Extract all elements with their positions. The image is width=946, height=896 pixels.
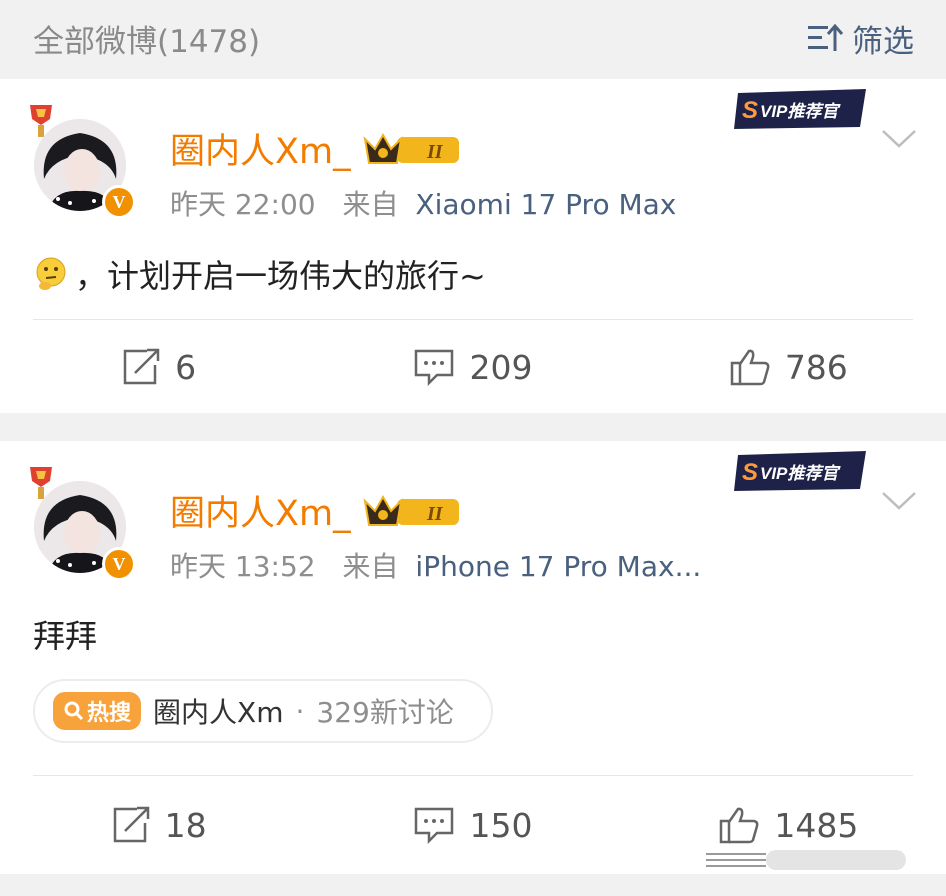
divider [33,319,913,320]
avatar[interactable]: V [26,101,141,219]
comment-icon [415,807,454,845]
post-body-text: 拜拜 [33,617,98,655]
filter-sort-icon [808,23,844,51]
post-text: 拜拜 [33,611,97,657]
repost-count: 6 [175,347,197,387]
post-time: 昨天 13:52 [170,550,316,583]
repost-count: 18 [164,805,207,845]
post-meta: 昨天 13:52 来自 iPhone 17 Pro Max... [170,545,701,585]
scroll-handle-icon[interactable] [706,850,906,872]
from-label: 来自 [342,550,399,583]
like-button[interactable]: 1485 [631,801,946,849]
comment-button[interactable]: 150 [315,801,630,849]
svg-text:VIP推荐官: VIP推荐官 [760,464,841,483]
search-icon [64,701,84,721]
filter-label: 筛选 [852,23,914,60]
svg-text:II: II [426,503,444,525]
repost-icon [113,806,149,843]
action-bar: 6 209 786 [0,343,946,391]
action-bar: 18 150 1485 [0,801,946,849]
verified-v-icon: V [102,185,136,219]
svg-text:S: S [742,97,758,124]
comment-icon [415,349,454,387]
repost-icon [123,348,160,385]
svg-text:II: II [426,141,444,163]
chevron-down-icon[interactable] [880,127,918,151]
weibo-count: 全部微博(1478) [33,23,261,60]
author-name[interactable]: 圈内人Xm_ [170,123,351,174]
hot-search-tag[interactable]: 热搜 圈内人Xm · 329新讨论 [33,679,493,743]
like-count: 786 [784,347,848,387]
thinking-face-emoji-icon [36,257,66,290]
separator-dot: · [295,694,305,728]
post-time: 昨天 22:00 [170,188,316,221]
post-text: ，计划开启一场伟大的旅行~ [33,251,486,297]
chevron-down-icon[interactable] [880,489,918,513]
author-name[interactable]: 圈内人Xm_ [170,485,351,536]
repost-button[interactable]: 6 [0,343,315,391]
svip-recommender-badge: S VIP推荐官 [734,89,866,129]
top-bar: 全部微博(1478) 筛选 [0,0,946,76]
thumbs-up-icon [730,349,770,386]
divider [33,775,913,776]
hot-topic: 圈内人Xm [153,696,284,729]
hot-search-badge: 热搜 [53,692,142,730]
vip-crown-icon[interactable]: II [363,131,461,167]
post-body-text: ，计划开启一场伟大的旅行~ [75,257,486,295]
discussion-count: 329新讨论 [316,696,454,729]
vip-crown-icon[interactable]: II [363,493,461,529]
post-card: V 圈内人Xm_ II 昨天 13:52 来自 iPhone 17 Pro Ma… [0,441,946,874]
like-button[interactable]: 786 [631,343,946,391]
svg-text:S: S [742,459,758,486]
device-name: Xiaomi 17 Pro Max [415,188,677,221]
from-label: 来自 [342,188,399,221]
like-count: 1485 [774,805,859,845]
repost-button[interactable]: 18 [0,801,315,849]
filter-button[interactable]: 筛选 [806,16,914,61]
comment-count: 209 [469,347,533,387]
thumbs-up-icon [720,807,759,844]
svip-recommender-badge: S VIP推荐官 [734,451,866,491]
svg-text:VIP推荐官: VIP推荐官 [760,102,841,121]
comment-button[interactable]: 209 [315,343,630,391]
comment-count: 150 [469,805,533,845]
hot-badge-label: 热搜 [87,701,132,726]
avatar[interactable]: V [26,463,141,581]
verified-v-icon: V [102,547,136,581]
post-card: V 圈内人Xm_ II 昨天 22:00 来自 Xiaomi 17 Pro Ma… [0,79,946,413]
device-name: iPhone 17 Pro Max... [415,550,702,583]
post-meta: 昨天 22:00 来自 Xiaomi 17 Pro Max [170,183,676,223]
